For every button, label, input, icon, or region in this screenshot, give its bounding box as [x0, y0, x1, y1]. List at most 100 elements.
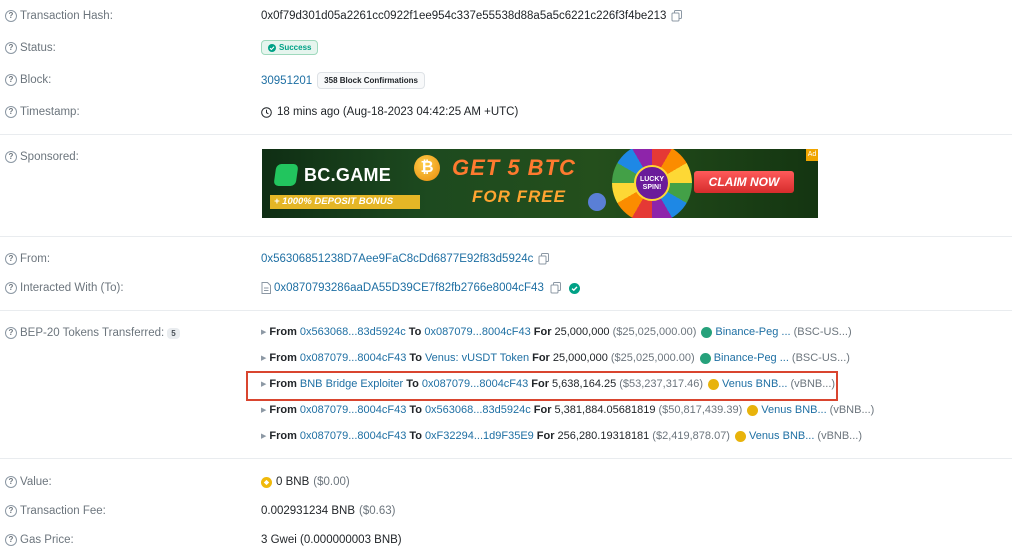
- timestamp-label: Timestamp:: [20, 106, 80, 118]
- tx-hash-value: 0x0f79d301d05a2261cc0922f1ee954c337e5553…: [261, 10, 667, 22]
- transfer-amount: 256,280.19318181: [557, 430, 650, 442]
- value-label-wrap: ? Value:: [5, 476, 52, 488]
- banner-headline-1: GET 5 BTC: [452, 155, 576, 180]
- transfer-from-link[interactable]: 0x563068...83d5924c: [300, 326, 406, 338]
- help-icon[interactable]: ?: [5, 534, 17, 546]
- help-icon[interactable]: ?: [5, 505, 17, 517]
- transfer-to-word: To: [409, 352, 422, 364]
- banner-brand-logo: [273, 164, 299, 186]
- ad-corner-icon[interactable]: Ad: [806, 149, 818, 161]
- block-confirmations-badge: 358 Block Confirmations: [317, 72, 425, 89]
- expand-triangle-icon[interactable]: ▶: [261, 354, 266, 362]
- transfer-to-link[interactable]: 0x087079...8004cF43: [424, 326, 530, 338]
- transfer-from-word: From: [269, 326, 297, 338]
- transfer-to-word: To: [409, 404, 422, 416]
- block-label: Block:: [20, 74, 52, 86]
- expand-triangle-icon[interactable]: ▶: [261, 328, 266, 336]
- interacted-address-link[interactable]: 0x0870793286aaDA55D39CE7f82fb2766e8004cF…: [274, 282, 544, 294]
- token-transfer-row: ▶ From 0x087079...8004cF43 To 0xF32294...1d9…: [261, 430, 862, 442]
- transfer-for-word: For: [536, 430, 555, 442]
- from-label-wrap: ? From:: [5, 253, 50, 265]
- help-icon[interactable]: ?: [5, 10, 17, 22]
- transfer-token-link[interactable]: Binance-Peg ...: [715, 326, 790, 338]
- gas-value-wrap: 3 Gwei (0.000000003 BNB): [261, 534, 402, 546]
- help-icon[interactable]: ?: [5, 327, 17, 339]
- token-logo-icon: [701, 326, 713, 338]
- banner-cta-button[interactable]: CLAIM NOW: [694, 171, 794, 193]
- gas-label-wrap: ? Gas Price:: [5, 534, 74, 546]
- bitcoin-coin-icon: ₿: [414, 155, 440, 181]
- fee-label-wrap: ? Transaction Fee:: [5, 505, 106, 517]
- tx-hash-label-wrap: ? Transaction Hash:: [5, 10, 113, 22]
- copy-icon[interactable]: [671, 10, 683, 22]
- transfer-to-word: To: [409, 430, 422, 442]
- transfer-token-link[interactable]: Venus BNB...: [749, 430, 814, 442]
- divider: [0, 134, 1012, 135]
- transfer-amount: 25,000,000: [552, 352, 608, 364]
- status-label-wrap: ? Status:: [5, 42, 56, 54]
- help-icon[interactable]: ?: [5, 282, 17, 294]
- highlight-box: [246, 371, 838, 401]
- block-value-wrap: 30951201 358 Block Confirmations: [261, 72, 425, 89]
- verified-check-icon: [568, 282, 580, 294]
- transfer-from-link[interactable]: 0x087079...8004cF43: [300, 430, 406, 442]
- value-amount: 0 BNB: [276, 476, 310, 488]
- copy-icon[interactable]: [550, 282, 562, 294]
- expand-triangle-icon[interactable]: ▶: [261, 406, 266, 414]
- interacted-label-wrap: ? Interacted With (To):: [5, 282, 124, 294]
- from-value-wrap: 0x56306851238D7Aee9FaC8cDd6877E92f83d592…: [261, 253, 550, 265]
- clock-icon: [261, 106, 272, 118]
- transfer-usd: ($25,025,000.00): [612, 326, 697, 338]
- fee-usd: ($0.63): [359, 505, 396, 517]
- divider: [0, 458, 1012, 459]
- transfer-token-symbol: (BSC-US...): [793, 326, 852, 338]
- banner-headline-2: FOR FREE: [472, 187, 566, 206]
- gas-label: Gas Price:: [20, 534, 74, 546]
- wheel-text-1: LUCKY: [639, 176, 665, 183]
- tx-hash-value-wrap: 0x0f79d301d05a2261cc0922f1ee954c337e5553…: [261, 10, 683, 22]
- lucky-wheel-icon: LUCKY SPIN!: [612, 149, 692, 218]
- transfer-from-link[interactable]: 0x087079...8004cF43: [300, 404, 406, 416]
- transfer-usd: ($25,025,000.00): [610, 352, 695, 364]
- block-label-wrap: ? Block:: [5, 74, 51, 86]
- from-address-link[interactable]: 0x56306851238D7Aee9FaC8cDd6877E92f83d592…: [261, 253, 533, 265]
- transfer-token-link[interactable]: Venus BNB...: [761, 404, 826, 416]
- transfer-to-link[interactable]: 0x563068...83d5924c: [425, 404, 531, 416]
- fee-label: Transaction Fee:: [20, 505, 106, 517]
- transfer-to-link[interactable]: Venus: vUSDT Token: [425, 352, 529, 364]
- token-logo-icon: [699, 352, 711, 364]
- value-usd: ($0.00): [313, 476, 350, 488]
- copy-icon[interactable]: [538, 253, 550, 265]
- bep20-label: BEP-20 Tokens Transferred:: [20, 327, 165, 339]
- transfer-token-link[interactable]: Binance-Peg ...: [714, 352, 789, 364]
- token-logo-icon: [734, 430, 746, 442]
- help-icon[interactable]: ?: [5, 74, 17, 86]
- transfer-token-symbol: (BSC-US...): [791, 352, 850, 364]
- transfer-usd: ($50,817,439.39): [658, 404, 743, 416]
- sponsored-label: Sponsored:: [20, 151, 79, 163]
- help-icon[interactable]: ?: [5, 253, 17, 265]
- transfer-from-word: From: [269, 352, 297, 364]
- fee-amount: 0.002931234 BNB: [261, 505, 355, 517]
- transfer-from-word: From: [269, 404, 297, 416]
- contract-file-icon: [261, 282, 271, 294]
- help-icon[interactable]: ?: [5, 476, 17, 488]
- transfer-token-symbol: (vBNB...): [829, 404, 875, 416]
- timestamp-value-wrap: 18 mins ago (Aug-18-2023 04:42:25 AM +UT…: [261, 106, 518, 118]
- expand-triangle-icon[interactable]: ▶: [261, 432, 266, 440]
- transfer-for-word: For: [533, 326, 552, 338]
- help-icon[interactable]: ?: [5, 42, 17, 54]
- transfer-from-word: From: [269, 430, 297, 442]
- transfer-token-symbol: (vBNB...): [817, 430, 863, 442]
- transfer-to-link[interactable]: 0xF32294...1d9F35E9: [425, 430, 534, 442]
- bep20-count-badge: 5: [167, 327, 180, 339]
- help-icon[interactable]: ?: [5, 106, 17, 118]
- sponsored-banner[interactable]: BC.GAME + 1000% DEPOSIT BONUS ₿ GET 5 BT…: [262, 149, 818, 218]
- transfer-from-link[interactable]: 0x087079...8004cF43: [300, 352, 406, 364]
- help-icon[interactable]: ?: [5, 151, 17, 163]
- timestamp-value: 18 mins ago (Aug-18-2023 04:42:25 AM +UT…: [277, 106, 519, 118]
- status-badge: Success: [261, 40, 319, 55]
- block-number-link[interactable]: 30951201: [261, 75, 312, 87]
- value-value-wrap: 0 BNB ($0.00): [261, 476, 350, 488]
- transfer-to-word: To: [408, 326, 422, 338]
